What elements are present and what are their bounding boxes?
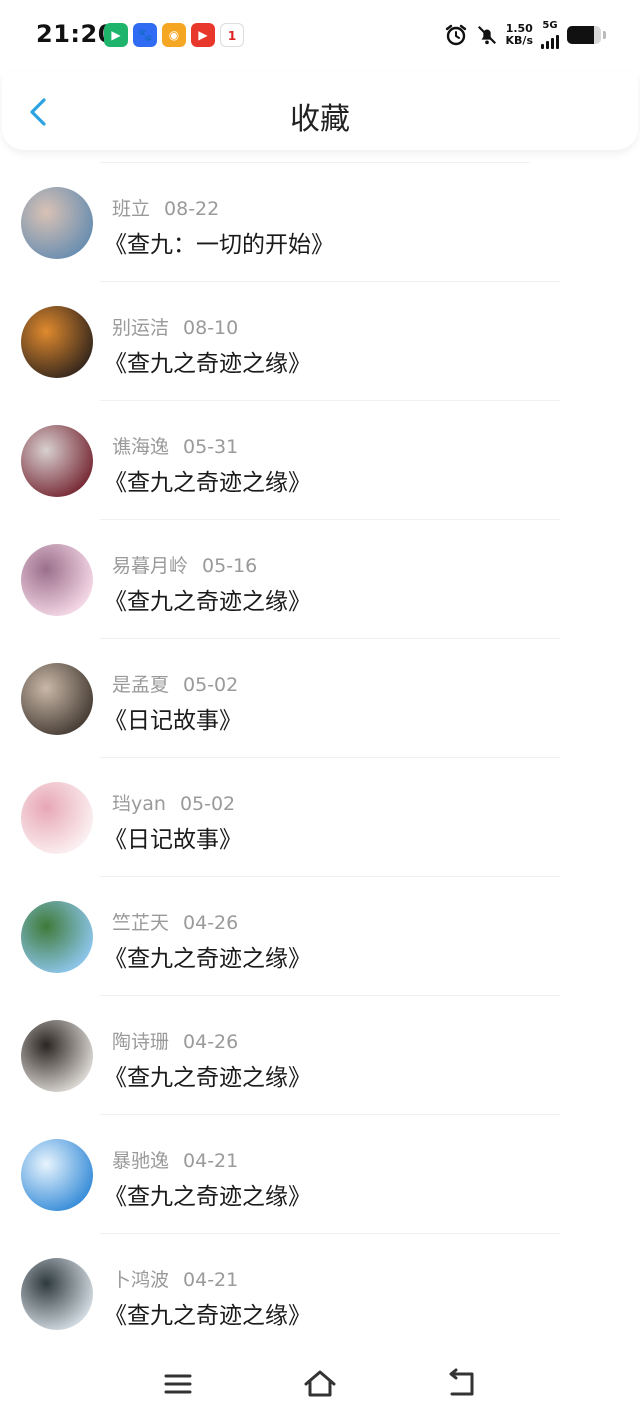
collection-title[interactable]: 《查九之奇迹之缘》 [104, 1177, 311, 1211]
menu-button[interactable] [158, 1366, 198, 1402]
item-date: 04-26 [183, 1031, 239, 1053]
item-meta: 别运洁 08-10 [112, 313, 238, 340]
list-item[interactable]: 陶诗珊 04-26 《查九之奇迹之缘》 [0, 996, 640, 1115]
battery-icon [567, 25, 601, 44]
item-meta: 陶诗珊 04-26 [112, 1027, 238, 1054]
network-speed-value: 1.50 [505, 21, 533, 35]
item-date: 05-02 [183, 674, 239, 696]
status-bar: 21:20 ▶ 🐾 ◉ ▶ 1 1.50 KB/s 5G [0, 0, 640, 70]
tencent-video-icon: ▶ [104, 23, 128, 47]
list-item[interactable]: 暴驰逸 04-21 《查九之奇迹之缘》 [0, 1115, 640, 1234]
list-item[interactable]: 班立 08-22 《查九：一切的开始》 [0, 163, 640, 282]
item-date: 04-21 [183, 1150, 239, 1172]
item-date: 08-22 [164, 198, 220, 220]
item-date: 05-16 [202, 555, 258, 577]
avatar[interactable] [21, 187, 93, 259]
username[interactable]: 班立 [112, 198, 150, 220]
collection-title[interactable]: 《日记故事》 [104, 820, 242, 854]
list-item[interactable]: 别运洁 08-10 《查九之奇迹之缘》 [0, 282, 640, 401]
collection-title[interactable]: 《查九之奇迹之缘》 [104, 1296, 311, 1330]
avatar[interactable] [21, 663, 93, 735]
list-item[interactable]: 易暮月岭 05-16 《查九之奇迹之缘》 [0, 520, 640, 639]
item-date: 05-02 [179, 793, 236, 815]
username[interactable]: 暴驰逸 [112, 1150, 169, 1172]
muted-bell-icon [477, 25, 496, 44]
back-nav-button[interactable] [442, 1366, 482, 1402]
collection-title[interactable]: 《查九之奇迹之缘》 [104, 463, 311, 497]
avatar[interactable] [21, 1139, 93, 1211]
calendar-icon: 1 [220, 23, 244, 47]
menu-icon [164, 1374, 192, 1394]
baidu-icon: 🐾 [133, 23, 157, 47]
item-date: 04-26 [183, 912, 239, 934]
item-date: 04-21 [183, 1269, 239, 1291]
list-item[interactable]: 竺芷天 04-26 《查九之奇迹之缘》 [0, 877, 640, 996]
username[interactable]: 谯海逸 [112, 436, 169, 458]
page-title: 收藏 [290, 102, 350, 137]
favorites-list[interactable]: 班立 08-22 《查九：一切的开始》 别运洁 08-10 《查九之奇迹之缘》 谯海逸 05-… [0, 152, 640, 1353]
username[interactable]: 珰yan [112, 793, 166, 815]
avatar[interactable] [21, 544, 93, 616]
item-date: 05-31 [183, 436, 239, 458]
username[interactable]: 卜鸿波 [112, 1269, 169, 1291]
notification-app-icons: ▶ 🐾 ◉ ▶ 1 [104, 23, 244, 47]
home-icon [304, 1370, 336, 1397]
collection-title[interactable]: 《查九之奇迹之缘》 [104, 939, 311, 973]
app-header: 收藏 [2, 72, 638, 150]
weibo-icon: ◉ [162, 23, 186, 47]
collection-title[interactable]: 《查九：一切的开始》 [104, 225, 334, 259]
username[interactable]: 别运洁 [112, 317, 169, 339]
home-button[interactable] [300, 1366, 340, 1402]
status-indicators: 1.50 KB/s 5G [444, 20, 606, 49]
network-type: 5G [542, 20, 558, 31]
battery-tip [603, 30, 606, 39]
avatar[interactable] [21, 1258, 93, 1330]
avatar[interactable] [21, 901, 93, 973]
item-meta: 珰yan 05-02 [112, 789, 235, 816]
avatar[interactable] [21, 306, 93, 378]
item-meta: 谯海逸 05-31 [112, 432, 238, 459]
collection-title[interactable]: 《日记故事》 [104, 701, 242, 735]
avatar[interactable] [21, 425, 93, 497]
collection-title[interactable]: 《查九之奇迹之缘》 [104, 1058, 311, 1092]
username[interactable]: 陶诗珊 [112, 1031, 169, 1053]
alarm-icon [445, 24, 466, 45]
video-app-icon: ▶ [191, 23, 215, 47]
list-item[interactable]: 是孟夏 05-02 《日记故事》 [0, 639, 640, 758]
username[interactable]: 竺芷天 [112, 912, 169, 934]
signal-strength-icon [541, 31, 559, 49]
item-meta: 易暮月岭 05-16 [112, 551, 257, 578]
item-meta: 是孟夏 05-02 [112, 670, 238, 697]
network-speed: 1.50 KB/s [505, 21, 533, 47]
network-signal: 5G [541, 20, 559, 49]
item-meta: 卜鸿波 04-21 [112, 1265, 238, 1292]
network-speed-unit: KB/s [505, 33, 533, 47]
system-nav-bar [0, 1352, 640, 1422]
item-date: 08-10 [183, 317, 239, 339]
collection-title[interactable]: 《查九之奇迹之缘》 [104, 582, 311, 616]
list-item[interactable]: 谯海逸 05-31 《查九之奇迹之缘》 [0, 401, 640, 520]
collection-title[interactable]: 《查九之奇迹之缘》 [104, 344, 311, 378]
username[interactable]: 是孟夏 [112, 674, 169, 696]
back-icon [449, 1368, 474, 1396]
item-meta: 班立 08-22 [112, 194, 219, 221]
item-meta: 竺芷天 04-26 [112, 908, 238, 935]
list-item[interactable]: 卜鸿波 04-21 《查九之奇迹之缘》 [0, 1234, 640, 1353]
list-item[interactable]: 珰yan 05-02 《日记故事》 [0, 758, 640, 877]
item-meta: 暴驰逸 04-21 [112, 1146, 238, 1173]
username[interactable]: 易暮月岭 [112, 555, 188, 577]
avatar[interactable] [21, 782, 93, 854]
avatar[interactable] [21, 1020, 93, 1092]
